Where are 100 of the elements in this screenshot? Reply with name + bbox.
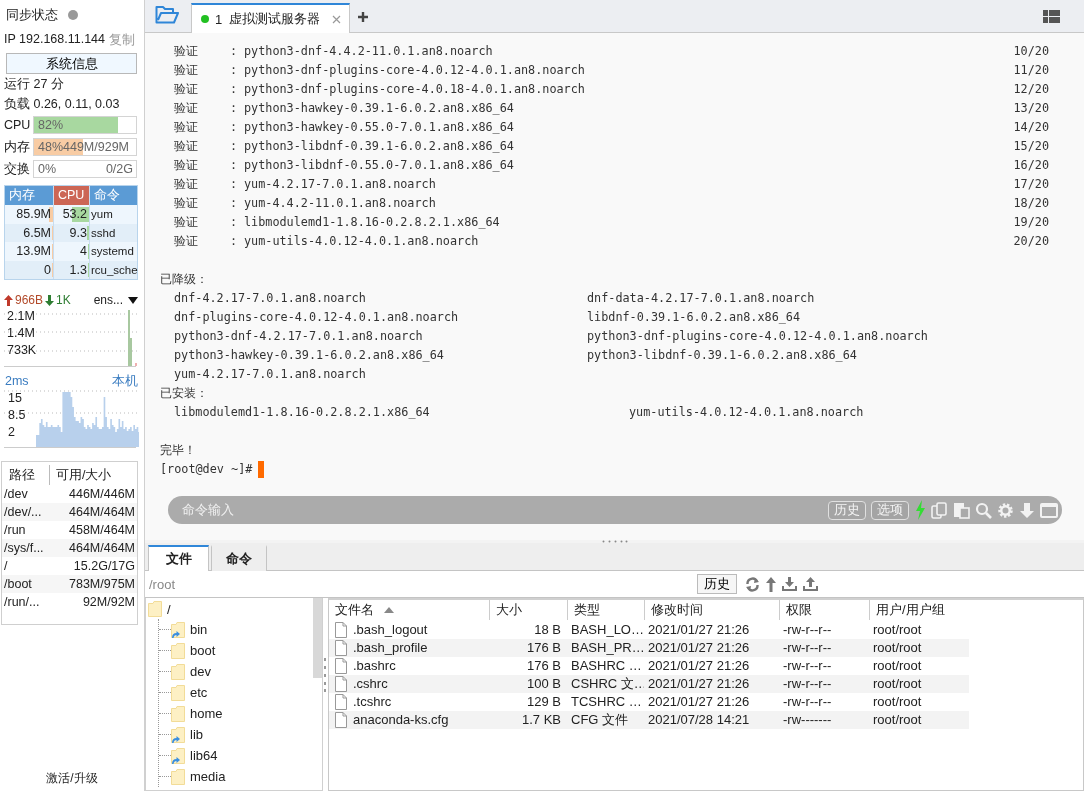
- column-header[interactable]: 路径: [2, 465, 50, 485]
- table-cell-text: root/root: [872, 675, 923, 693]
- settings-icon[interactable]: [997, 501, 1014, 519]
- upload-icon[interactable]: [803, 576, 818, 592]
- panel-tab[interactable]: 文件: [148, 545, 209, 571]
- tree-item[interactable]: lib64: [159, 745, 222, 766]
- file-row[interactable]: .bashrc 176 B BASHRC … 2021/01/27 21:26 -rw-r--r-- root/root: [329, 657, 969, 675]
- table-cell-text: 783M/975M: [68, 576, 136, 593]
- system-info-button[interactable]: 系统信息: [6, 53, 137, 74]
- file-row[interactable]: anaconda-ks.cfg 1.7 KB CFG 文件 2021/07/28 14:21 -rw------- root/root: [329, 711, 969, 729]
- column-header[interactable]: 权限: [779, 600, 869, 620]
- terminal-text: 13/20: [1013, 100, 1049, 117]
- process-row[interactable]: 6.5M 9.3 sshd: [5, 223, 137, 242]
- copy-icon[interactable]: [931, 501, 948, 519]
- terminal-text: yum-4.2.17-7.0.1.an8.noarch: [244, 176, 437, 193]
- tree-item[interactable]: home: [159, 703, 227, 724]
- add-tab-icon[interactable]: [357, 11, 370, 23]
- axis-label: 733K: [7, 342, 38, 359]
- column-header[interactable]: 文件名: [329, 600, 489, 620]
- table-cell: 53.2: [62, 207, 87, 221]
- process-row[interactable]: 0 1.3 rcu_sche: [5, 260, 137, 279]
- disk-row[interactable]: /run/... 92M/92M: [2, 593, 137, 611]
- process-row[interactable]: 85.9M 53.2 yum: [5, 205, 137, 224]
- table-cell-text: 1.7 KB: [520, 711, 562, 729]
- meter-value: 82%: [38, 117, 64, 133]
- history-button[interactable]: 历史: [697, 574, 737, 594]
- activate-link[interactable]: 激活/升级: [0, 770, 144, 784]
- tree-item[interactable]: etc: [159, 682, 212, 703]
- table-cell: sshd: [91, 226, 116, 239]
- refresh-icon[interactable]: [745, 576, 760, 592]
- column-header[interactable]: 用户/用户组: [869, 600, 969, 620]
- meter-label: 内存: [4, 138, 31, 156]
- up-arrow-icon[interactable]: [766, 576, 776, 592]
- host-label: 本机: [112, 373, 138, 389]
- close-icon[interactable]: [332, 14, 342, 24]
- table-cell-text: BASHRC …: [570, 657, 643, 675]
- file-row[interactable]: .tcshrc 129 B TCSHRC … 2021/01/27 21:26 -rw-r--r-- root/root: [329, 693, 969, 711]
- disk-row[interactable]: /run 458M/464M: [2, 521, 137, 539]
- meter-value: 48%449M/929M: [38, 139, 130, 155]
- terminal-text: dnf-plugins-core-4.0.12-4.0.1.an8.noarch: [174, 309, 460, 326]
- caret-icon[interactable]: [128, 296, 138, 304]
- column-header[interactable]: 类型: [567, 600, 644, 620]
- download-arrow-icon[interactable]: [1019, 501, 1035, 519]
- session-tab[interactable]: 1 虚拟测试服务器: [191, 3, 351, 33]
- scrollbar-thumb[interactable]: [313, 598, 323, 678]
- terminal-text: 12/20: [1013, 81, 1049, 98]
- window-icon[interactable]: [1040, 502, 1058, 518]
- tree-item[interactable]: dev: [159, 661, 215, 682]
- terminal-text: 验证: [174, 157, 199, 174]
- column-header[interactable]: 大小: [489, 600, 567, 620]
- resize-grip[interactable]: [323, 658, 327, 692]
- tree-item[interactable]: boot: [159, 640, 220, 661]
- terminal-text: python3-libdnf-0.55.0-7.0.1.an8.x86_64: [244, 157, 515, 174]
- splitter-handle[interactable]: [601, 540, 628, 543]
- table-cell-text: 176 B: [526, 639, 562, 657]
- terminal-text: 14/20: [1013, 119, 1049, 136]
- terminal-text: 验证: [174, 214, 199, 231]
- interface-select[interactable]: ens...: [93, 293, 123, 307]
- tree-item[interactable]: bin: [159, 619, 212, 640]
- terminal-text: python3-libdnf-0.39.1-6.0.2.an8.x86_64: [244, 138, 515, 155]
- tree-item[interactable]: media: [159, 766, 230, 787]
- path-field[interactable]: /root: [149, 576, 691, 592]
- table-cell-text: 2021/01/27 21:26: [647, 639, 751, 657]
- disk-row[interactable]: /boot 783M/975M: [2, 575, 137, 593]
- tree-item[interactable]: lib: [159, 724, 207, 745]
- folder-icon[interactable]: [155, 5, 179, 25]
- terminal-text: libdnf-0.39.1-6.0.2.an8.x86_64: [587, 309, 802, 326]
- disk-row[interactable]: /dev 446M/446M: [2, 485, 137, 503]
- terminal-text: python3-dnf-4.4.2-11.0.1.an8.noarch: [244, 43, 494, 60]
- table-cell-text: BASH_PR…: [570, 639, 644, 657]
- meter-total: 0/2G: [105, 161, 133, 177]
- table-cell: rcu_sche: [91, 263, 138, 276]
- load-average-text: 负载 0.26, 0.11, 0.03: [3, 96, 121, 113]
- terminal-prompt: [root@dev ~]#: [160, 461, 253, 478]
- terminal-text: 10/20: [1013, 43, 1049, 60]
- file-row[interactable]: .bash_logout 18 B BASH_LO… 2021/01/27 21:26 -rw-r--r-- root/root: [329, 621, 969, 639]
- download-icon[interactable]: [782, 576, 797, 592]
- file-name: .bashrc: [353, 657, 396, 675]
- download-rate: 1K: [56, 293, 71, 307]
- command-input[interactable]: 命令输入: [182, 503, 823, 517]
- table-cell: 1.3: [69, 262, 87, 277]
- file-row[interactable]: .bash_profile 176 B BASH_PR… 2021/01/27 21:26 -rw-r--r-- root/root: [329, 639, 969, 657]
- search-icon[interactable]: [975, 501, 992, 519]
- terminal-text: python3-libdnf-0.39.1-6.0.2.an8.x86_64: [587, 347, 858, 364]
- column-header[interactable]: CPU: [54, 186, 90, 205]
- disk-row[interactable]: /sys/f... 464M/464M: [2, 539, 137, 557]
- layout-grid-icon[interactable]: [1043, 10, 1060, 23]
- folder-name: lib: [190, 727, 203, 742]
- paste-icon[interactable]: [953, 501, 970, 519]
- column-header[interactable]: 可用/大小: [50, 465, 137, 485]
- disk-row[interactable]: / 15.2G/17G: [2, 557, 137, 575]
- panel-tab[interactable]: 命令: [211, 545, 267, 571]
- tree-item[interactable]: /: [148, 599, 175, 619]
- folder-name: lib64: [190, 748, 218, 763]
- file-icon: [335, 712, 347, 728]
- process-row[interactable]: 13.9M 4 systemd: [5, 242, 137, 261]
- terminal-text: 16/20: [1013, 157, 1049, 174]
- folder-icon: [148, 601, 162, 617]
- column-header[interactable]: 修改时间: [644, 600, 779, 620]
- disk-row[interactable]: /dev/... 464M/464M: [2, 503, 137, 521]
